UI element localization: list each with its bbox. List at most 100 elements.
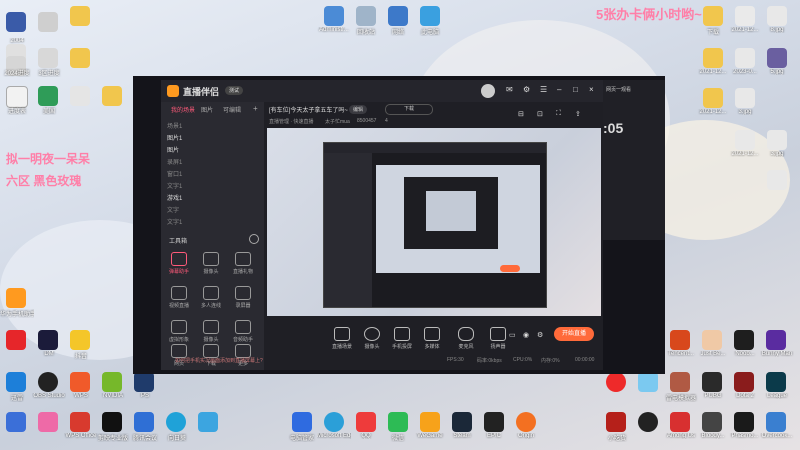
scene-item[interactable]: 场景1 bbox=[167, 121, 261, 130]
edge-icon[interactable] bbox=[324, 412, 344, 432]
game-icon[interactable] bbox=[702, 330, 722, 350]
wechat-icon[interactable] bbox=[388, 412, 408, 432]
scene-item[interactable]: 文字1 bbox=[167, 217, 261, 226]
tab-images[interactable]: 图片 bbox=[201, 105, 213, 114]
camera-toggle-icon[interactable]: ▭ bbox=[509, 331, 516, 339]
among-us-icon[interactable] bbox=[670, 412, 690, 432]
image-file-icon[interactable] bbox=[735, 130, 755, 150]
scene-item[interactable]: 文字1 bbox=[167, 181, 261, 190]
edit-button[interactable]: 编辑 bbox=[349, 105, 368, 114]
scene-button[interactable]: 直播场景 bbox=[327, 327, 357, 350]
tab-editable[interactable]: 可编辑 bbox=[223, 105, 241, 114]
folder-icon[interactable] bbox=[70, 48, 90, 68]
image-file-icon[interactable] bbox=[767, 170, 787, 190]
folder-icon[interactable] bbox=[703, 6, 723, 26]
folder-icon[interactable] bbox=[703, 88, 723, 108]
image-file-icon[interactable] bbox=[735, 48, 755, 68]
origin-icon[interactable] bbox=[516, 412, 536, 432]
tool-danmu[interactable]: 弹幕助手 bbox=[165, 252, 193, 275]
network-icon[interactable] bbox=[388, 6, 408, 26]
wegame-icon[interactable] bbox=[420, 412, 440, 432]
game-icon[interactable] bbox=[702, 412, 722, 432]
scene-item[interactable]: 图片 bbox=[167, 145, 261, 154]
settings-icon[interactable]: ⚙ bbox=[523, 85, 530, 94]
file-icon[interactable] bbox=[38, 48, 58, 68]
nvidia-icon[interactable] bbox=[102, 372, 122, 392]
game-icon[interactable] bbox=[734, 330, 754, 350]
add-scene-icon[interactable]: + bbox=[253, 104, 258, 113]
download-button[interactable]: 下载 bbox=[385, 104, 433, 115]
user-folder-icon[interactable] bbox=[324, 6, 344, 26]
app-icon[interactable] bbox=[38, 412, 58, 432]
phasmo-icon[interactable] bbox=[734, 412, 754, 432]
stream-title[interactable]: [有车位]今天太子拿五车了吗~ bbox=[269, 105, 348, 114]
scene-item[interactable]: 图片1 bbox=[167, 133, 261, 142]
tool-audio[interactable]: 音频助手 bbox=[229, 320, 257, 343]
screen-cast-button[interactable]: 手机投屏 bbox=[387, 327, 417, 350]
document-icon[interactable] bbox=[6, 12, 26, 32]
game-icon[interactable] bbox=[606, 412, 626, 432]
game-icon[interactable] bbox=[638, 412, 658, 432]
toolbox-settings-icon[interactable] bbox=[249, 234, 259, 244]
close-icon[interactable]: × bbox=[589, 85, 594, 94]
tip-text[interactable]: 如何把手机实况画面添加到直播屏幕上? bbox=[175, 357, 263, 364]
image-file-icon[interactable] bbox=[767, 130, 787, 150]
dm-icon[interactable] bbox=[38, 330, 58, 350]
steam-icon[interactable] bbox=[452, 412, 472, 432]
folder-icon[interactable] bbox=[70, 6, 90, 26]
file-icon[interactable] bbox=[70, 86, 90, 106]
app-icon[interactable] bbox=[6, 412, 26, 432]
capcut-icon[interactable] bbox=[102, 412, 122, 432]
folder-icon[interactable] bbox=[102, 86, 122, 106]
spreadsheet-icon[interactable] bbox=[38, 86, 58, 106]
menu-icon[interactable]: ☰ bbox=[540, 85, 547, 94]
app-icon[interactable] bbox=[198, 412, 218, 432]
tool-camera-2[interactable]: 摄像头 bbox=[197, 320, 225, 343]
scene-item[interactable]: 游戏1 bbox=[167, 193, 261, 202]
wps-icon[interactable] bbox=[70, 372, 90, 392]
game-icon[interactable] bbox=[638, 372, 658, 392]
scene-item[interactable]: 窗口1 bbox=[167, 169, 261, 178]
epic-icon[interactable] bbox=[484, 412, 504, 432]
dota-icon[interactable] bbox=[734, 372, 754, 392]
tool-video[interactable]: 视频直播 bbox=[165, 286, 193, 309]
game-icon[interactable] bbox=[670, 372, 690, 392]
lock-icon[interactable]: ⊡ bbox=[537, 110, 543, 118]
app-icon[interactable] bbox=[6, 330, 26, 350]
wps-office-icon[interactable] bbox=[70, 412, 90, 432]
game-icon[interactable] bbox=[670, 330, 690, 350]
pubg-icon[interactable] bbox=[702, 372, 722, 392]
photoshop-icon[interactable] bbox=[134, 372, 154, 392]
tool-multi[interactable]: 多人连线 bbox=[197, 286, 225, 309]
sunflower-icon[interactable] bbox=[166, 412, 186, 432]
media-button[interactable]: 多媒体 bbox=[417, 327, 447, 350]
file-icon[interactable] bbox=[6, 86, 28, 108]
maximize-icon[interactable]: □ bbox=[573, 85, 578, 94]
lock-icon[interactable]: ⊟ bbox=[518, 110, 524, 118]
obs-icon[interactable] bbox=[38, 372, 58, 392]
share-icon[interactable]: ⇪ bbox=[575, 110, 581, 118]
image-file-icon[interactable] bbox=[767, 6, 787, 26]
microphone-button[interactable]: 麦克风 bbox=[451, 327, 481, 350]
this-pc-icon[interactable] bbox=[420, 6, 440, 26]
mail-icon[interactable]: ✉ bbox=[506, 85, 513, 94]
qq-icon[interactable] bbox=[356, 412, 376, 432]
eye-icon[interactable]: ◉ bbox=[523, 331, 529, 339]
minimize-icon[interactable]: – bbox=[557, 85, 561, 94]
start-live-button[interactable]: 开始直播 bbox=[554, 327, 594, 341]
overcooked-icon[interactable] bbox=[766, 412, 786, 432]
app-icon[interactable] bbox=[70, 330, 90, 350]
folder-icon[interactable] bbox=[703, 48, 723, 68]
file-icon[interactable] bbox=[38, 12, 58, 32]
app-icon[interactable] bbox=[6, 288, 26, 308]
fullscreen-icon[interactable]: ⛶ bbox=[556, 110, 561, 118]
tool-avatar[interactable]: 虚拟形象 bbox=[165, 320, 193, 343]
game-icon[interactable] bbox=[606, 372, 626, 392]
tool-gift[interactable]: 直播礼物 bbox=[229, 252, 257, 275]
image-file-icon[interactable] bbox=[735, 6, 755, 26]
image-file-icon[interactable] bbox=[767, 48, 787, 68]
recycle-bin-icon[interactable] bbox=[356, 6, 376, 26]
league-icon[interactable] bbox=[766, 372, 786, 392]
settings-icon[interactable]: ⚙ bbox=[537, 331, 543, 339]
image-file-icon[interactable] bbox=[735, 88, 755, 108]
